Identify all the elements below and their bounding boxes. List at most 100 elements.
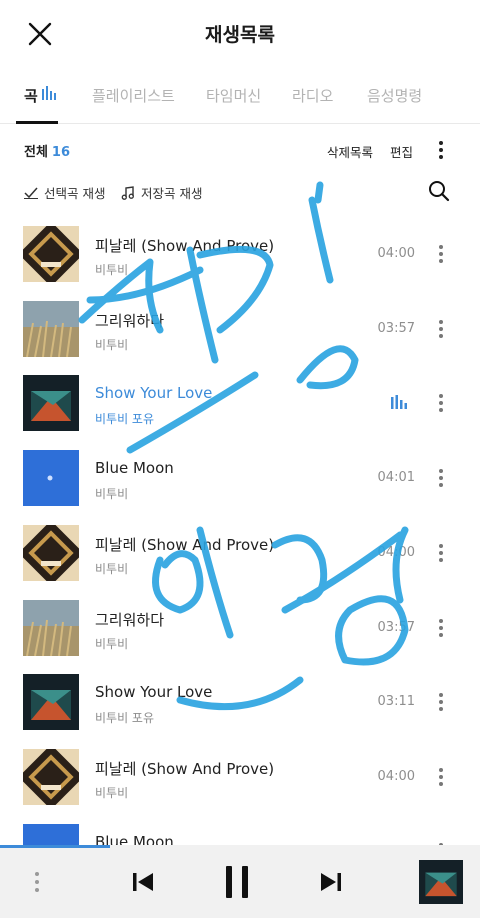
album-art	[23, 599, 79, 656]
play-actions: 선택곡 재생 저장곡 재생	[0, 180, 480, 206]
album-art	[23, 823, 79, 845]
total-number: 16	[51, 145, 71, 160]
album-art	[23, 748, 79, 805]
list-item[interactable]: 피날레 (Show And Prove) 비투비 04:00	[0, 217, 480, 292]
list-item[interactable]: Blue Moon 비투비 04:01	[0, 815, 480, 845]
list-item[interactable]: Show Your Love 비투비 포유 03:11	[0, 665, 480, 740]
track-title: Show Your Love	[95, 683, 213, 702]
track-duration: 03:57	[377, 320, 415, 336]
track-artist: 비투비	[95, 785, 129, 800]
track-artist: 비투비 포유	[95, 711, 155, 726]
play-selected-button[interactable]: 선택곡 재생	[24, 183, 105, 202]
track-title: 피날레 (Show And Prove)	[95, 759, 275, 778]
album-art	[23, 524, 79, 581]
edit-button[interactable]: 편집	[390, 142, 413, 161]
track-duration: 04:00	[377, 768, 415, 784]
tab-songs[interactable]: 곡	[24, 85, 38, 106]
more-vertical-icon	[439, 245, 443, 263]
list-item[interactable]: 그리워하다 비투비 03:57	[0, 591, 480, 666]
music-note-icon	[121, 185, 134, 200]
more-options-button[interactable]	[432, 139, 450, 161]
more-vertical-icon	[439, 141, 443, 159]
track-duration: 03:57	[377, 619, 415, 635]
search-icon	[429, 181, 450, 202]
pause-button[interactable]	[222, 864, 252, 900]
track-artist: 비투비 포유	[95, 412, 155, 427]
list-toolbar: 전체 16 삭제목록 편집	[0, 138, 480, 164]
tab-playlist[interactable]: 플레이리스트	[92, 85, 175, 106]
more-vertical-icon	[439, 319, 443, 338]
now-playing-album-art[interactable]	[419, 860, 463, 904]
track-artist: 비투비	[95, 636, 129, 651]
album-art	[23, 375, 79, 432]
list-item[interactable]: 피날레 (Show And Prove) 비투비 04:00	[0, 740, 480, 815]
track-artist: 비투비	[95, 561, 129, 576]
previous-button[interactable]	[130, 869, 156, 895]
album-art-missing	[23, 599, 79, 656]
track-title: 피날레 (Show And Prove)	[95, 237, 275, 255]
list-item[interactable]: 그리워하다 비투비 03:57	[0, 292, 480, 367]
track-more-button[interactable]	[432, 392, 450, 414]
list-item[interactable]: 피날레 (Show And Prove) 비투비 04:00	[0, 516, 480, 591]
page-title: 재생목록	[205, 24, 275, 46]
play-selected-label: 선택곡 재생	[44, 186, 106, 201]
deleted-list-button[interactable]: 삭제목록	[327, 142, 373, 161]
track-more-button[interactable]	[432, 318, 450, 340]
album-art-inside	[23, 674, 79, 731]
tab-underline	[16, 121, 58, 124]
album-art	[23, 450, 79, 507]
album-art-missing	[23, 300, 79, 357]
next-icon	[321, 873, 341, 891]
total-label: 전체	[24, 145, 48, 160]
track-artist: 비투비	[95, 263, 129, 277]
album-art-inside	[23, 375, 79, 432]
more-vertical-icon	[439, 469, 443, 488]
album-art-inside	[419, 860, 463, 904]
header: 재생목록	[0, 0, 480, 66]
track-more-button[interactable]	[432, 542, 450, 564]
track-duration: 04:01	[377, 470, 415, 486]
track-more-button[interactable]	[432, 617, 450, 639]
tab-label: 곡	[24, 87, 38, 105]
tab-timemachine[interactable]: 타임머신	[206, 85, 261, 106]
track-title: Blue Moon	[95, 832, 174, 845]
album-art-finale	[23, 748, 79, 805]
track-title: Show Your Love	[95, 384, 213, 403]
track-more-button[interactable]	[432, 766, 450, 788]
album-art	[23, 674, 79, 731]
more-vertical-icon	[439, 767, 443, 786]
tab-radio[interactable]: 라디오	[292, 85, 333, 106]
equalizer-icon	[391, 395, 407, 410]
track-more-button[interactable]	[432, 467, 450, 489]
player-more-button[interactable]	[28, 869, 46, 895]
search-button[interactable]	[428, 180, 450, 202]
album-art-finale	[23, 226, 79, 282]
album-art	[23, 226, 79, 282]
album-art-bluemoon	[23, 450, 79, 507]
more-vertical-icon	[439, 394, 443, 413]
playback-progress[interactable]	[0, 845, 111, 848]
track-duration: 04:00	[377, 246, 415, 261]
next-button[interactable]	[318, 869, 344, 895]
track-duration: 03:11	[377, 694, 415, 710]
track-title: 그리워하다	[95, 610, 165, 629]
play-saved-button[interactable]: 저장곡 재생	[121, 183, 202, 202]
pause-icon	[226, 866, 248, 898]
track-artist: 비투비	[95, 337, 129, 352]
track-artist: 비투비	[95, 487, 129, 502]
album-art	[23, 300, 79, 357]
track-list: 피날레 (Show And Prove) 비투비 04:00 그리워하다 비투비…	[0, 217, 480, 845]
track-title: 피날레 (Show And Prove)	[95, 535, 275, 554]
check-icon	[24, 187, 38, 199]
list-item[interactable]: Blue Moon 비투비 04:01	[0, 441, 480, 516]
more-vertical-icon	[439, 543, 443, 562]
track-more-button[interactable]	[432, 691, 450, 713]
more-vertical-icon	[439, 618, 443, 637]
more-vertical-icon	[35, 872, 39, 892]
tab-bar: 곡 플레이리스트 타임머신 라디오 음성명령	[0, 76, 480, 124]
play-saved-label: 저장곡 재생	[141, 186, 203, 201]
tab-voice-command[interactable]: 음성명령	[367, 85, 422, 106]
track-more-button[interactable]	[432, 243, 450, 265]
previous-icon	[133, 873, 153, 891]
list-item[interactable]: Show Your Love 비투비 포유	[0, 366, 480, 441]
